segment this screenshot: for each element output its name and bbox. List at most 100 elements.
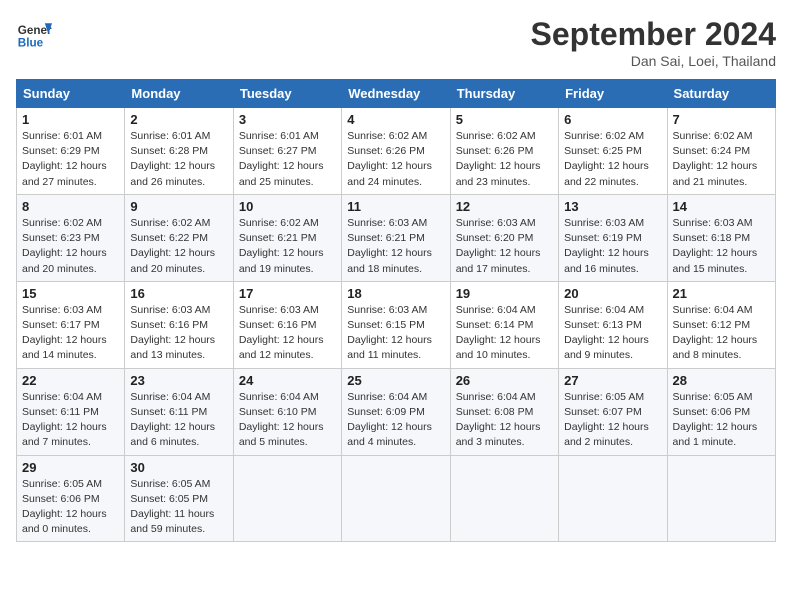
- weekday-header-sunday: Sunday: [17, 80, 125, 108]
- calendar-day: 10 Sunrise: 6:02 AMSunset: 6:21 PMDaylig…: [233, 194, 341, 281]
- day-info: Sunrise: 6:03 AMSunset: 6:19 PMDaylight:…: [564, 216, 661, 277]
- calendar-day: 23 Sunrise: 6:04 AMSunset: 6:11 PMDaylig…: [125, 368, 233, 455]
- day-info: Sunrise: 6:05 AMSunset: 6:06 PMDaylight:…: [673, 390, 770, 451]
- day-number: 25: [347, 373, 444, 388]
- month-title: September 2024: [531, 16, 776, 53]
- day-number: 3: [239, 112, 336, 127]
- calendar-day: 4 Sunrise: 6:02 AMSunset: 6:26 PMDayligh…: [342, 108, 450, 195]
- day-info: Sunrise: 6:01 AMSunset: 6:27 PMDaylight:…: [239, 129, 336, 190]
- day-info: Sunrise: 6:04 AMSunset: 6:14 PMDaylight:…: [456, 303, 553, 364]
- day-info: Sunrise: 6:03 AMSunset: 6:16 PMDaylight:…: [239, 303, 336, 364]
- calendar-day: 8 Sunrise: 6:02 AMSunset: 6:23 PMDayligh…: [17, 194, 125, 281]
- calendar-week-5: 29 Sunrise: 6:05 AMSunset: 6:06 PMDaylig…: [17, 455, 776, 542]
- day-number: 17: [239, 286, 336, 301]
- calendar-day: 14 Sunrise: 6:03 AMSunset: 6:18 PMDaylig…: [667, 194, 775, 281]
- day-info: Sunrise: 6:02 AMSunset: 6:21 PMDaylight:…: [239, 216, 336, 277]
- day-info: Sunrise: 6:04 AMSunset: 6:11 PMDaylight:…: [130, 390, 227, 451]
- calendar-week-2: 8 Sunrise: 6:02 AMSunset: 6:23 PMDayligh…: [17, 194, 776, 281]
- location: Dan Sai, Loei, Thailand: [531, 53, 776, 69]
- day-number: 4: [347, 112, 444, 127]
- calendar-day: 19 Sunrise: 6:04 AMSunset: 6:14 PMDaylig…: [450, 281, 558, 368]
- calendar-day: 24 Sunrise: 6:04 AMSunset: 6:10 PMDaylig…: [233, 368, 341, 455]
- day-number: 9: [130, 199, 227, 214]
- calendar-day: 16 Sunrise: 6:03 AMSunset: 6:16 PMDaylig…: [125, 281, 233, 368]
- calendar-table: SundayMondayTuesdayWednesdayThursdayFrid…: [16, 79, 776, 542]
- day-number: 15: [22, 286, 119, 301]
- weekday-header-saturday: Saturday: [667, 80, 775, 108]
- logo: General Blue: [16, 16, 52, 52]
- day-info: Sunrise: 6:03 AMSunset: 6:20 PMDaylight:…: [456, 216, 553, 277]
- day-number: 21: [673, 286, 770, 301]
- calendar-day: [342, 455, 450, 542]
- day-number: 30: [130, 460, 227, 475]
- title-block: September 2024 Dan Sai, Loei, Thailand: [531, 16, 776, 69]
- day-info: Sunrise: 6:03 AMSunset: 6:21 PMDaylight:…: [347, 216, 444, 277]
- calendar-week-3: 15 Sunrise: 6:03 AMSunset: 6:17 PMDaylig…: [17, 281, 776, 368]
- day-info: Sunrise: 6:02 AMSunset: 6:26 PMDaylight:…: [456, 129, 553, 190]
- calendar-day: 5 Sunrise: 6:02 AMSunset: 6:26 PMDayligh…: [450, 108, 558, 195]
- calendar-day: [667, 455, 775, 542]
- calendar-day: 2 Sunrise: 6:01 AMSunset: 6:28 PMDayligh…: [125, 108, 233, 195]
- day-number: 7: [673, 112, 770, 127]
- calendar-day: 27 Sunrise: 6:05 AMSunset: 6:07 PMDaylig…: [559, 368, 667, 455]
- day-info: Sunrise: 6:02 AMSunset: 6:26 PMDaylight:…: [347, 129, 444, 190]
- day-info: Sunrise: 6:01 AMSunset: 6:28 PMDaylight:…: [130, 129, 227, 190]
- day-number: 28: [673, 373, 770, 388]
- day-info: Sunrise: 6:02 AMSunset: 6:23 PMDaylight:…: [22, 216, 119, 277]
- calendar-header-row: SundayMondayTuesdayWednesdayThursdayFrid…: [17, 80, 776, 108]
- calendar-day: 18 Sunrise: 6:03 AMSunset: 6:15 PMDaylig…: [342, 281, 450, 368]
- calendar-week-4: 22 Sunrise: 6:04 AMSunset: 6:11 PMDaylig…: [17, 368, 776, 455]
- day-info: Sunrise: 6:02 AMSunset: 6:24 PMDaylight:…: [673, 129, 770, 190]
- day-number: 12: [456, 199, 553, 214]
- day-info: Sunrise: 6:03 AMSunset: 6:18 PMDaylight:…: [673, 216, 770, 277]
- calendar-day: 7 Sunrise: 6:02 AMSunset: 6:24 PMDayligh…: [667, 108, 775, 195]
- calendar-day: [233, 455, 341, 542]
- calendar-day: 3 Sunrise: 6:01 AMSunset: 6:27 PMDayligh…: [233, 108, 341, 195]
- weekday-header-tuesday: Tuesday: [233, 80, 341, 108]
- day-number: 13: [564, 199, 661, 214]
- day-number: 8: [22, 199, 119, 214]
- day-info: Sunrise: 6:04 AMSunset: 6:12 PMDaylight:…: [673, 303, 770, 364]
- logo-icon: General Blue: [16, 16, 52, 52]
- day-number: 27: [564, 373, 661, 388]
- day-info: Sunrise: 6:02 AMSunset: 6:22 PMDaylight:…: [130, 216, 227, 277]
- day-info: Sunrise: 6:01 AMSunset: 6:29 PMDaylight:…: [22, 129, 119, 190]
- day-number: 11: [347, 199, 444, 214]
- day-info: Sunrise: 6:02 AMSunset: 6:25 PMDaylight:…: [564, 129, 661, 190]
- calendar-day: 17 Sunrise: 6:03 AMSunset: 6:16 PMDaylig…: [233, 281, 341, 368]
- calendar-day: 22 Sunrise: 6:04 AMSunset: 6:11 PMDaylig…: [17, 368, 125, 455]
- day-number: 2: [130, 112, 227, 127]
- day-info: Sunrise: 6:04 AMSunset: 6:11 PMDaylight:…: [22, 390, 119, 451]
- day-info: Sunrise: 6:03 AMSunset: 6:15 PMDaylight:…: [347, 303, 444, 364]
- day-info: Sunrise: 6:03 AMSunset: 6:16 PMDaylight:…: [130, 303, 227, 364]
- day-info: Sunrise: 6:03 AMSunset: 6:17 PMDaylight:…: [22, 303, 119, 364]
- calendar-day: [450, 455, 558, 542]
- calendar-day: 21 Sunrise: 6:04 AMSunset: 6:12 PMDaylig…: [667, 281, 775, 368]
- calendar-day: 25 Sunrise: 6:04 AMSunset: 6:09 PMDaylig…: [342, 368, 450, 455]
- day-number: 29: [22, 460, 119, 475]
- weekday-header-wednesday: Wednesday: [342, 80, 450, 108]
- calendar-day: 12 Sunrise: 6:03 AMSunset: 6:20 PMDaylig…: [450, 194, 558, 281]
- day-number: 5: [456, 112, 553, 127]
- calendar-week-1: 1 Sunrise: 6:01 AMSunset: 6:29 PMDayligh…: [17, 108, 776, 195]
- day-number: 24: [239, 373, 336, 388]
- day-info: Sunrise: 6:05 AMSunset: 6:06 PMDaylight:…: [22, 477, 119, 538]
- svg-text:Blue: Blue: [18, 37, 44, 50]
- weekday-header-friday: Friday: [559, 80, 667, 108]
- day-number: 26: [456, 373, 553, 388]
- day-info: Sunrise: 6:04 AMSunset: 6:09 PMDaylight:…: [347, 390, 444, 451]
- day-number: 22: [22, 373, 119, 388]
- page-header: General Blue September 2024 Dan Sai, Loe…: [16, 16, 776, 69]
- calendar-day: 26 Sunrise: 6:04 AMSunset: 6:08 PMDaylig…: [450, 368, 558, 455]
- day-number: 23: [130, 373, 227, 388]
- calendar-day: 29 Sunrise: 6:05 AMSunset: 6:06 PMDaylig…: [17, 455, 125, 542]
- weekday-header-monday: Monday: [125, 80, 233, 108]
- calendar-day: 1 Sunrise: 6:01 AMSunset: 6:29 PMDayligh…: [17, 108, 125, 195]
- day-info: Sunrise: 6:05 AMSunset: 6:05 PMDaylight:…: [130, 477, 227, 538]
- day-number: 6: [564, 112, 661, 127]
- weekday-header-thursday: Thursday: [450, 80, 558, 108]
- calendar-day: 28 Sunrise: 6:05 AMSunset: 6:06 PMDaylig…: [667, 368, 775, 455]
- day-number: 18: [347, 286, 444, 301]
- day-number: 20: [564, 286, 661, 301]
- calendar-day: [559, 455, 667, 542]
